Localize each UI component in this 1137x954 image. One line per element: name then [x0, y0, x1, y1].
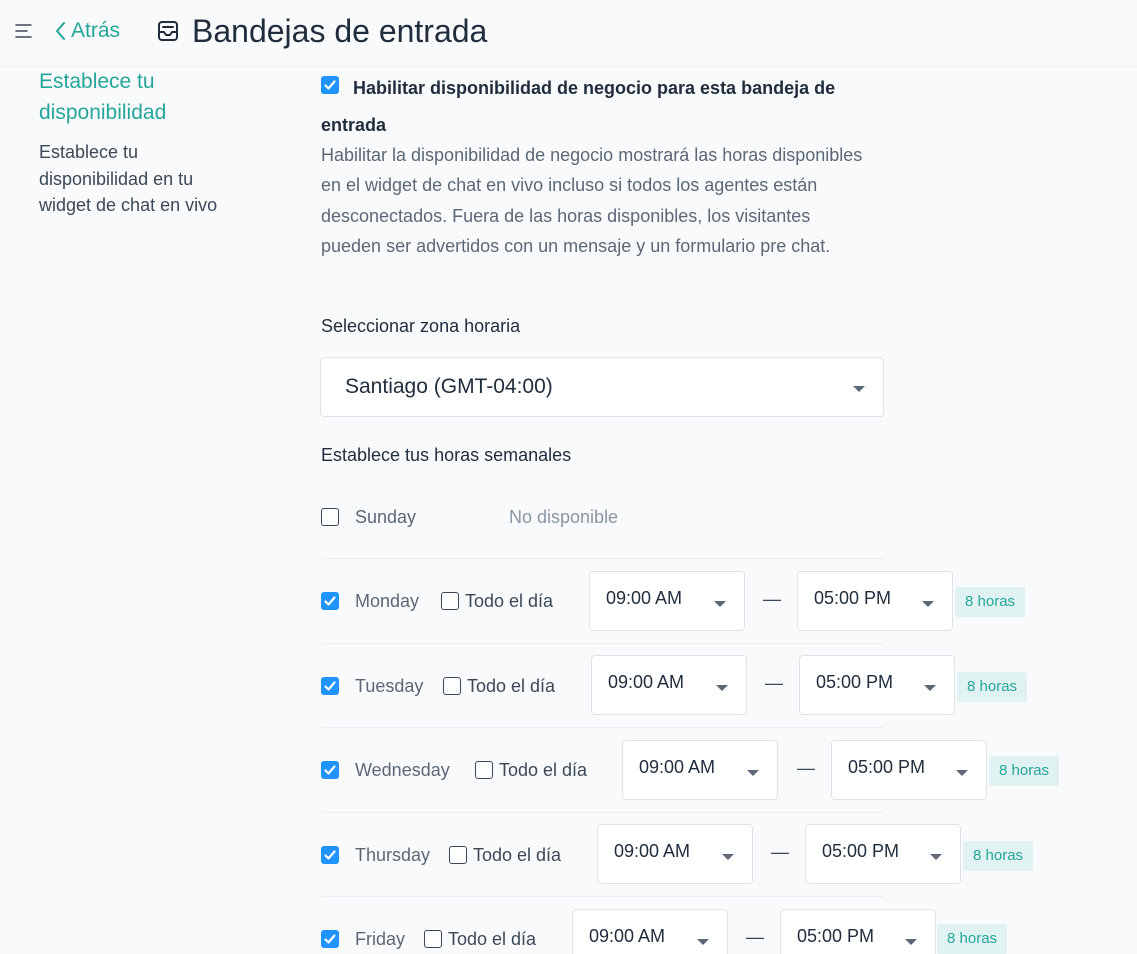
- check-icon: [324, 681, 336, 691]
- day-checkbox-friday[interactable]: [321, 930, 339, 948]
- to-time-select-thursday[interactable]: 05:00 PM: [805, 824, 961, 884]
- row-divider: [321, 812, 883, 813]
- timezone-label: Seleccionar zona horaria: [321, 316, 521, 336]
- all-day-label: Todo el día: [499, 760, 588, 780]
- enable-availability-help: Habilitar la disponibilidad de negocio m…: [321, 145, 863, 257]
- all-day-label: Todo el día: [465, 591, 554, 611]
- all-day-label: Todo el día: [467, 676, 556, 696]
- hours-badge-thursday: 8 horas: [963, 841, 1034, 871]
- row-divider: [321, 643, 883, 644]
- timezone-value: Santiago (GMT-04:00): [345, 375, 553, 398]
- section-description: Establece tu disponibilidad en tu widget…: [39, 142, 218, 215]
- day-name-monday: Monday: [355, 591, 420, 611]
- caret-down-icon: [924, 685, 936, 691]
- from-time-select-thursday[interactable]: 09:00 AM: [597, 824, 753, 884]
- from-time-select-monday[interactable]: 09:00 AM: [589, 571, 745, 631]
- caret-down-icon: [905, 939, 917, 945]
- to-time-value: 05:00 PM: [797, 926, 875, 946]
- caret-down-icon: [722, 854, 734, 860]
- row-divider: [321, 896, 883, 897]
- all-day-checkbox-monday[interactable]: [441, 592, 459, 610]
- from-time-value: 09:00 AM: [614, 841, 691, 861]
- day-checkbox-monday[interactable]: [321, 592, 339, 610]
- from-time-value: 09:00 AM: [608, 672, 685, 692]
- from-time-value: 09:00 AM: [589, 926, 666, 946]
- page-title: Bandejas de entrada: [192, 13, 488, 49]
- from-time-value: 09:00 AM: [606, 588, 683, 608]
- time-separator: —: [797, 758, 815, 778]
- to-time-value: 05:00 PM: [816, 672, 894, 692]
- back-label: Atrás: [71, 19, 121, 42]
- caret-down-icon: [697, 939, 709, 945]
- all-day-checkbox-friday[interactable]: [424, 930, 442, 948]
- page-header: Atrás Bandejas de entrada: [0, 0, 1137, 67]
- from-time-select-friday[interactable]: 09:00 AM: [572, 909, 728, 954]
- day-checkbox-thursday[interactable]: [321, 846, 339, 864]
- menu-icon[interactable]: [14, 22, 34, 40]
- time-separator: —: [763, 589, 781, 609]
- caret-down-icon: [716, 685, 728, 691]
- time-separator: —: [765, 673, 783, 693]
- caret-down-icon: [922, 601, 934, 607]
- check-icon: [324, 596, 336, 606]
- inbox-icon: [156, 19, 180, 43]
- time-separator: —: [746, 927, 764, 947]
- caret-down-icon: [956, 770, 968, 776]
- time-separator: —: [771, 842, 789, 862]
- to-time-select-tuesday[interactable]: 05:00 PM: [799, 655, 955, 715]
- to-time-value: 05:00 PM: [814, 588, 892, 608]
- all-day-label: Todo el día: [473, 845, 562, 865]
- hours-badge-friday: 8 horas: [937, 924, 1008, 954]
- back-button[interactable]: Atrás: [54, 18, 120, 44]
- day-name-thursday: Thursday: [355, 845, 431, 865]
- row-divider: [321, 558, 883, 559]
- check-icon: [324, 765, 336, 775]
- caret-down-icon: [853, 386, 865, 392]
- from-time-select-tuesday[interactable]: 09:00 AM: [591, 655, 747, 715]
- from-time-value: 09:00 AM: [639, 757, 716, 777]
- hours-badge-wednesday: 8 horas: [989, 756, 1060, 786]
- all-day-checkbox-wednesday[interactable]: [475, 761, 493, 779]
- row-divider: [321, 727, 883, 728]
- check-icon: [324, 850, 336, 860]
- day-name-friday: Friday: [355, 929, 406, 949]
- day-name-sunday: Sunday: [355, 507, 417, 527]
- unavailable-text: No disponible: [509, 507, 619, 527]
- caret-down-icon: [747, 770, 759, 776]
- section-title: Establece tu disponibilidad: [39, 70, 167, 124]
- enable-availability-label: Habilitar disponibilidad de negocio para…: [321, 78, 836, 135]
- to-time-select-friday[interactable]: 05:00 PM: [780, 909, 936, 954]
- to-time-select-monday[interactable]: 05:00 PM: [797, 571, 953, 631]
- all-day-checkbox-tuesday[interactable]: [443, 677, 461, 695]
- hours-badge-monday: 8 horas: [955, 587, 1026, 617]
- timezone-select[interactable]: Santiago (GMT-04:00): [320, 357, 884, 417]
- to-time-select-wednesday[interactable]: 05:00 PM: [831, 740, 987, 800]
- day-checkbox-wednesday[interactable]: [321, 761, 339, 779]
- day-name-wednesday: Wednesday: [355, 760, 450, 780]
- all-day-checkbox-thursday[interactable]: [449, 846, 467, 864]
- to-time-value: 05:00 PM: [848, 757, 926, 777]
- hours-badge-tuesday: 8 horas: [957, 672, 1028, 702]
- caret-down-icon: [930, 854, 942, 860]
- chevron-left-icon: [56, 22, 65, 40]
- day-checkbox-sunday[interactable]: [321, 508, 339, 526]
- from-time-select-wednesday[interactable]: 09:00 AM: [622, 740, 778, 800]
- all-day-label: Todo el día: [448, 929, 537, 949]
- weekly-hours-label: Establece tus horas semanales: [321, 445, 572, 465]
- day-name-tuesday: Tuesday: [355, 676, 424, 696]
- to-time-value: 05:00 PM: [822, 841, 900, 861]
- caret-down-icon: [714, 601, 726, 607]
- day-checkbox-tuesday[interactable]: [321, 677, 339, 695]
- check-icon: [324, 934, 336, 944]
